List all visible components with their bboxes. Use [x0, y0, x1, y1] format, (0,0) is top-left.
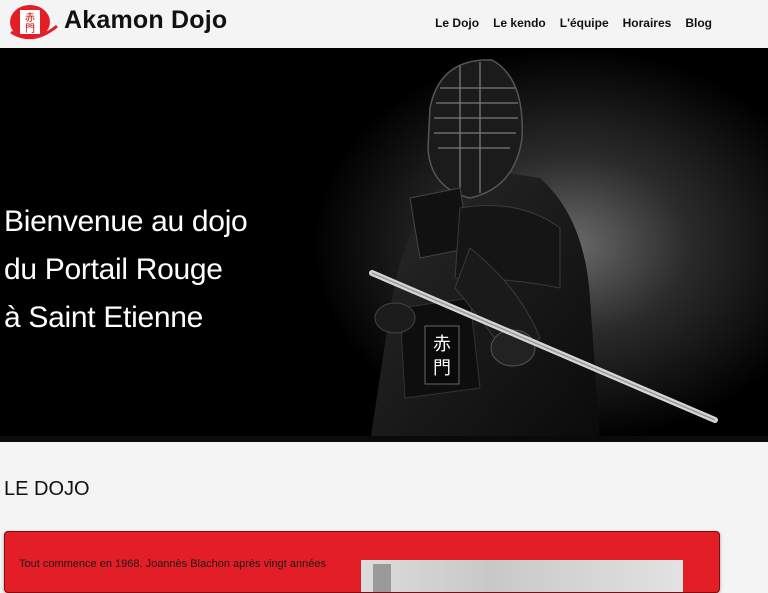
dojo-intro-text: Tout commence en 1968. Joannès Blachon a… — [19, 558, 326, 570]
svg-text:門: 門 — [25, 23, 35, 35]
nav-item-le-kendo[interactable]: Le kendo — [493, 16, 546, 30]
hero-banner: 赤 門 Bienvenue au dojo du Portail Rouge à… — [0, 48, 768, 442]
dojo-history-photo — [361, 560, 683, 592]
armor-kanji-top: 赤 — [433, 334, 451, 355]
section-heading-le-dojo: LE DOJO — [4, 478, 90, 500]
site-title[interactable]: Akamon Dojo — [64, 6, 227, 35]
armor-kanji-bottom: 門 — [433, 358, 451, 379]
dojo-intro-card: Tout commence en 1968. Joannès Blachon a… — [4, 531, 720, 593]
site-header: 赤 門 Akamon Dojo Le Dojo Le kendo L'équip… — [0, 0, 768, 48]
dojo-logo-icon[interactable]: 赤 門 — [7, 2, 59, 42]
nav-item-blog[interactable]: Blog — [685, 16, 712, 30]
hero-line: du Portail Rouge — [4, 253, 223, 287]
nav-item-equipe[interactable]: L'équipe — [560, 16, 609, 30]
main-nav: Le Dojo Le kendo L'équipe Horaires Blog — [435, 16, 712, 30]
nav-item-horaires[interactable]: Horaires — [623, 16, 672, 30]
svg-text:赤: 赤 — [25, 12, 35, 24]
hero-line: à Saint Etienne — [4, 301, 203, 335]
nav-item-le-dojo[interactable]: Le Dojo — [435, 16, 479, 30]
hero-line: Bienvenue au dojo — [4, 205, 248, 239]
hero-heading: Bienvenue au dojo du Portail Rouge à Sai… — [4, 198, 248, 342]
